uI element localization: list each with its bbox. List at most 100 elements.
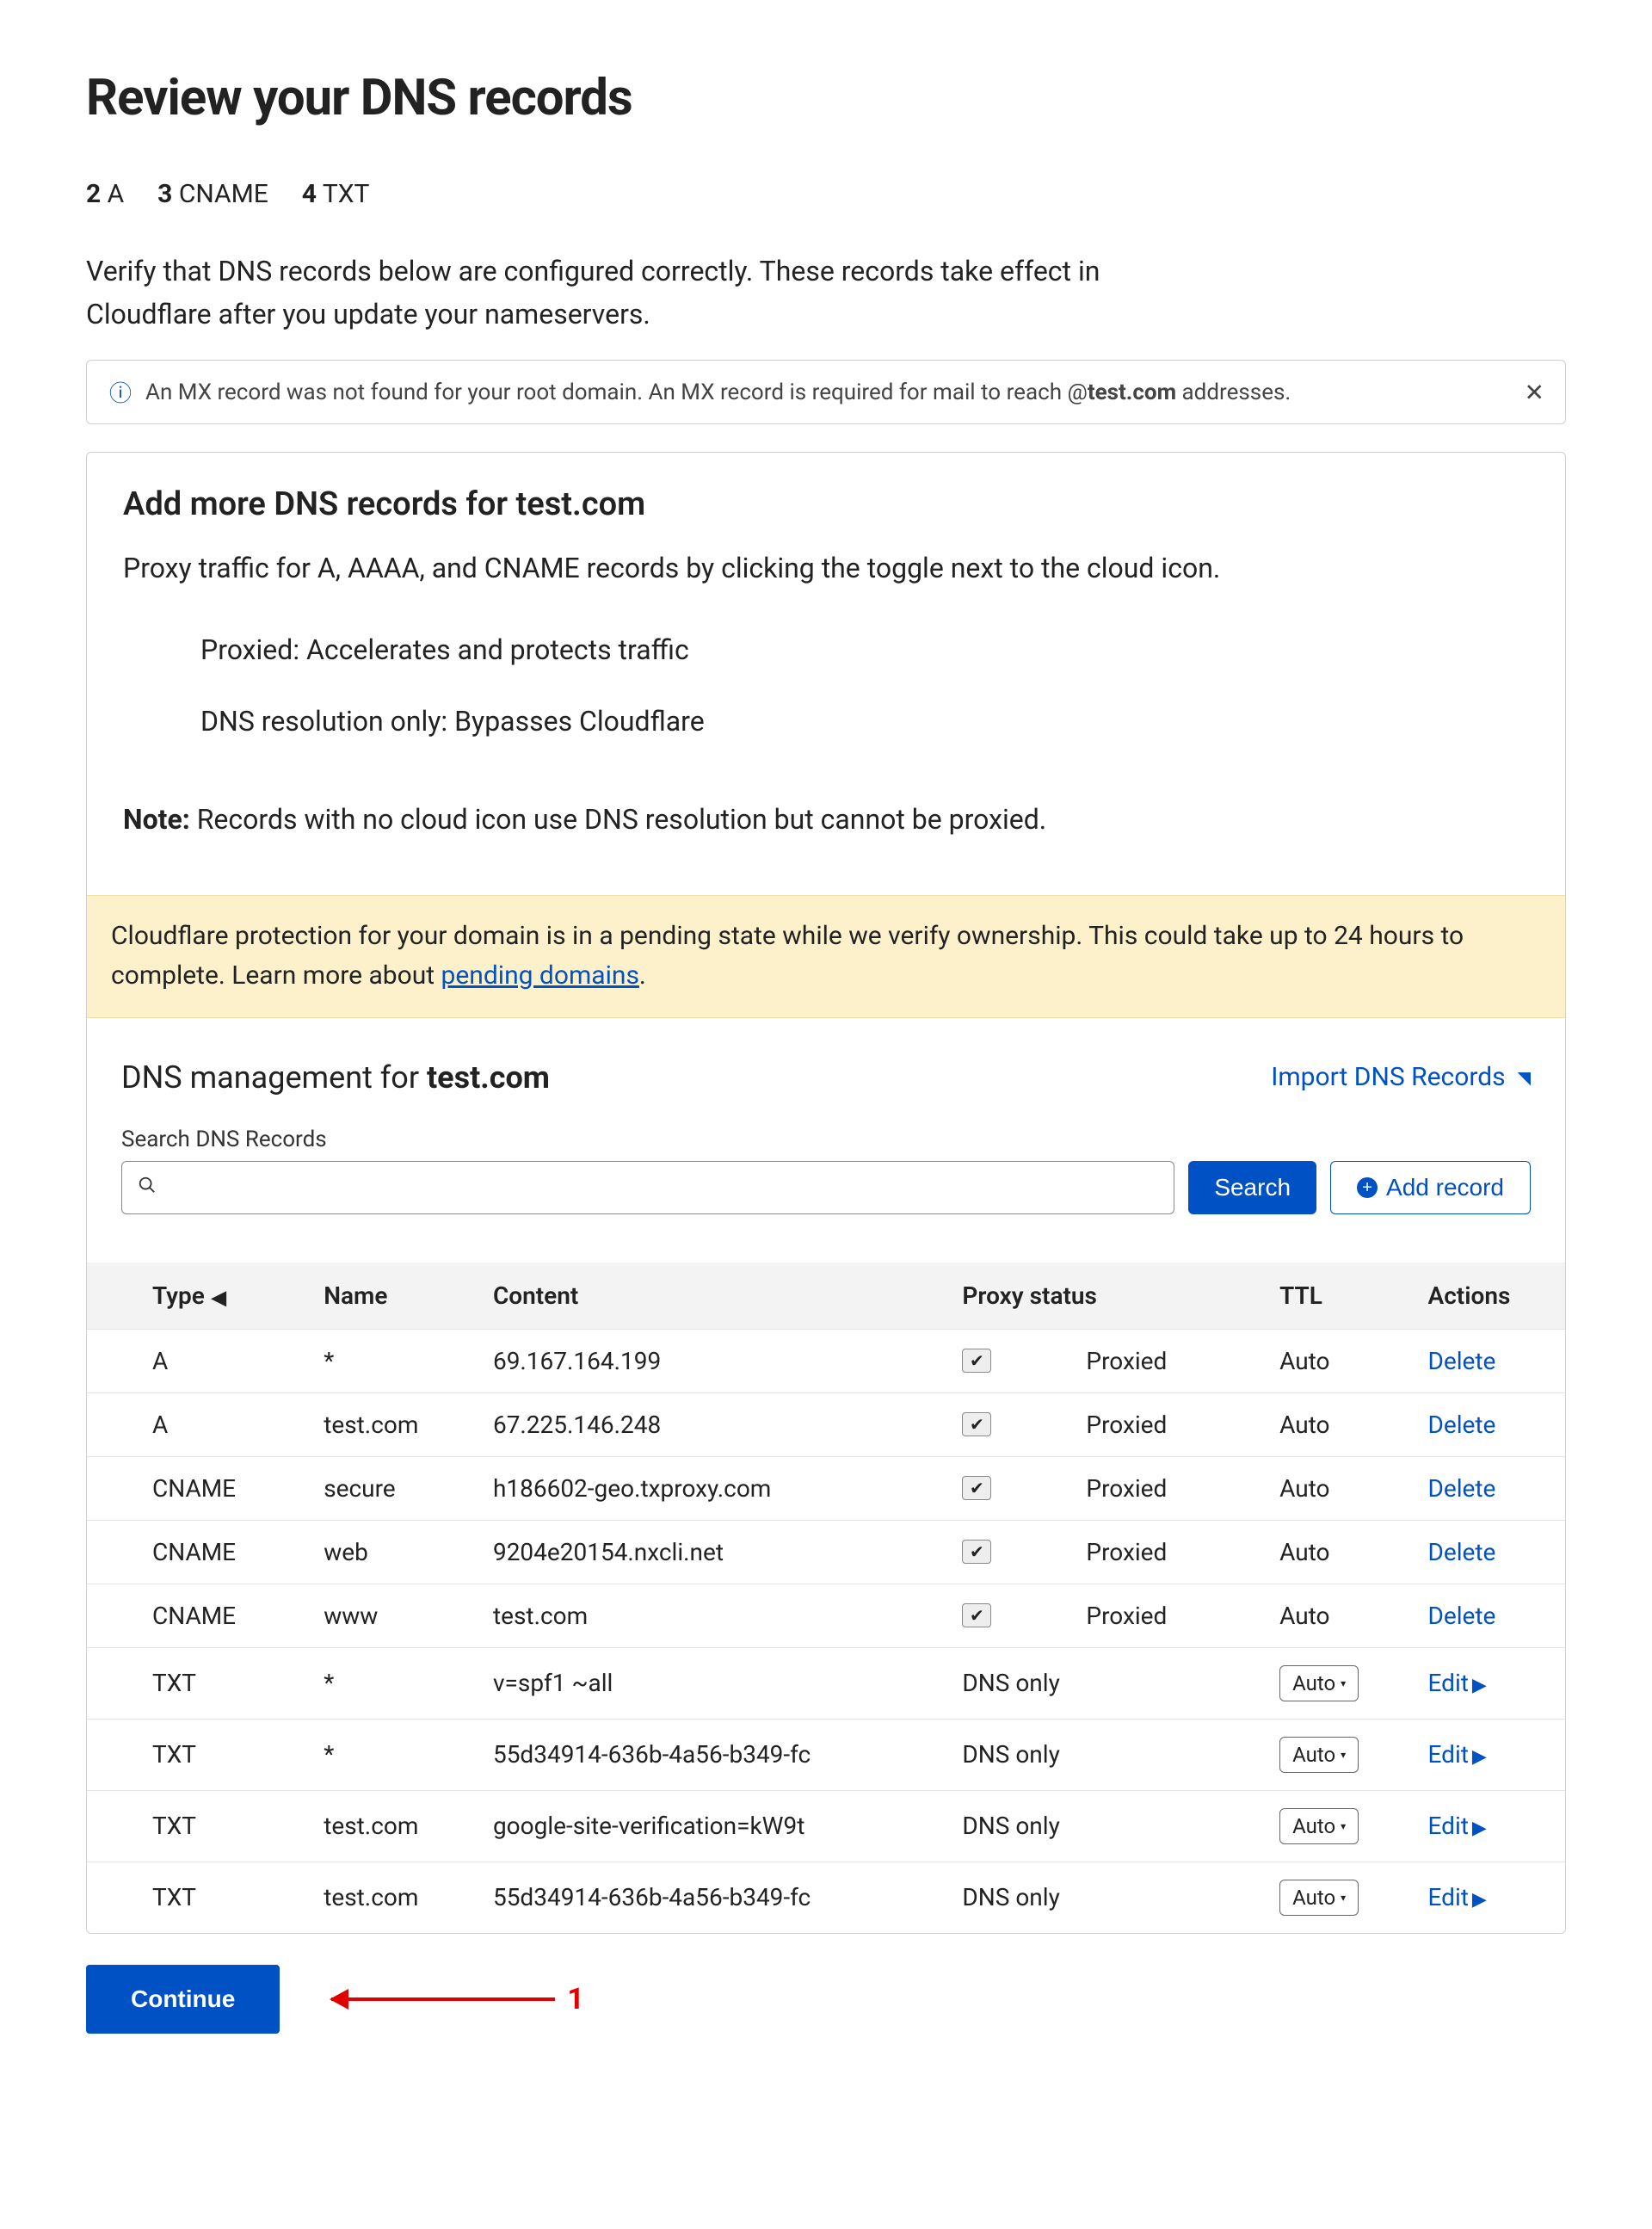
ttl-select[interactable]: Auto▾	[1279, 1665, 1359, 1701]
dropdown-icon: ◥	[1518, 1067, 1531, 1088]
cell-actions: Delete	[1413, 1329, 1566, 1392]
delete-link[interactable]: Delete	[1428, 1538, 1496, 1566]
proxy-toggle[interactable]: ✔	[962, 1476, 991, 1500]
cell-content: test.com	[478, 1584, 946, 1647]
table-row: TXT*55d34914-636b-4a56-b349-fcDNS onlyAu…	[87, 1719, 1565, 1790]
info-icon: ⓘ	[109, 376, 132, 408]
cell-content: 55d34914-636b-4a56-b349-fc	[478, 1862, 946, 1933]
cell-name: *	[308, 1329, 478, 1392]
ttl-select[interactable]: Auto▾	[1279, 1737, 1359, 1773]
table-row: TXTtest.comgoogle-site-verification=kW9t…	[87, 1790, 1565, 1862]
dns-mgmt-heading: DNS management for test.com	[121, 1059, 550, 1096]
count-txt-num: 4	[302, 179, 317, 209]
col-name[interactable]: Name	[308, 1263, 478, 1330]
plus-icon: +	[1357, 1177, 1378, 1198]
cell-content: google-site-verification=kW9t	[478, 1790, 946, 1862]
cell-actions: Delete	[1413, 1392, 1566, 1456]
add-records-para: Proxy traffic for A, AAAA, and CNAME rec…	[123, 547, 1529, 590]
intro-text: Verify that DNS records below are config…	[86, 250, 1119, 336]
cell-content: 9204e20154.nxcli.net	[478, 1520, 946, 1584]
cell-actions: Edit▶	[1413, 1862, 1566, 1933]
annotation-arrow: 1	[331, 1982, 584, 2016]
cell-content: 67.225.146.248	[478, 1392, 946, 1456]
proxy-toggle[interactable]: ✔	[962, 1349, 991, 1373]
ttl-select[interactable]: Auto▾	[1279, 1880, 1359, 1916]
delete-link[interactable]: Delete	[1428, 1602, 1496, 1630]
record-counts: 2 A 3 CNAME 4 TXT	[86, 179, 1566, 209]
proxy-toggle[interactable]: ✔	[962, 1540, 991, 1564]
proxy-status-label: Proxied	[1086, 1411, 1167, 1439]
cell-actions: Delete	[1413, 1456, 1566, 1520]
edit-link[interactable]: Edit▶	[1428, 1669, 1487, 1697]
cell-actions: Edit▶	[1413, 1647, 1566, 1719]
cell-type: CNAME	[87, 1456, 308, 1520]
edit-link[interactable]: Edit▶	[1428, 1812, 1487, 1840]
table-row: TXT*v=spf1 ~allDNS onlyAuto▾Edit▶	[87, 1647, 1565, 1719]
cell-content: h186602-geo.txproxy.com	[478, 1456, 946, 1520]
cell-type: A	[87, 1329, 308, 1392]
delete-link[interactable]: Delete	[1428, 1474, 1496, 1503]
cell-type: CNAME	[87, 1520, 308, 1584]
delete-link[interactable]: Delete	[1428, 1347, 1496, 1375]
cell-name: *	[308, 1647, 478, 1719]
cell-ttl: Auto▾	[1264, 1790, 1412, 1862]
chevron-right-icon: ▶	[1472, 1889, 1487, 1911]
proxy-toggle[interactable]: ✔	[962, 1412, 991, 1436]
mx-alert: ⓘ An MX record was not found for your ro…	[86, 360, 1566, 424]
cell-actions: Delete	[1413, 1520, 1566, 1584]
col-ttl[interactable]: TTL	[1264, 1263, 1412, 1330]
search-icon	[138, 1175, 157, 1201]
cell-name: secure	[308, 1456, 478, 1520]
chevron-down-icon: ▾	[1341, 1749, 1346, 1761]
add-records-heading: Add more DNS records for test.com	[123, 485, 1529, 523]
edit-link[interactable]: Edit▶	[1428, 1740, 1487, 1769]
import-dns-label: Import DNS Records	[1271, 1062, 1505, 1092]
cell-ttl: Auto	[1264, 1456, 1412, 1520]
annotation-number: 1	[567, 1982, 584, 2016]
ttl-select[interactable]: Auto▾	[1279, 1808, 1359, 1844]
arrow-icon	[331, 1997, 555, 2001]
col-proxy[interactable]: Proxy status	[946, 1263, 1264, 1330]
cell-ttl: Auto	[1264, 1520, 1412, 1584]
cell-content: 55d34914-636b-4a56-b349-fc	[478, 1719, 946, 1790]
continue-button[interactable]: Continue	[86, 1965, 280, 2034]
import-dns-link[interactable]: Import DNS Records ◥	[1271, 1062, 1531, 1092]
proxy-toggle[interactable]: ✔	[962, 1603, 991, 1627]
cell-name: web	[308, 1520, 478, 1584]
proxy-status-label: Proxied	[1086, 1474, 1167, 1503]
pending-domains-link[interactable]: pending domains	[441, 960, 639, 991]
col-content[interactable]: Content	[478, 1263, 946, 1330]
note-text: Note: Records with no cloud icon use DNS…	[123, 799, 1529, 842]
chevron-down-icon: ▾	[1341, 1892, 1346, 1904]
cell-content: 69.167.164.199	[478, 1329, 946, 1392]
cell-name: *	[308, 1719, 478, 1790]
cell-name: test.com	[308, 1862, 478, 1933]
close-icon[interactable]: ✕	[1525, 378, 1544, 406]
col-type[interactable]: Type◀	[87, 1263, 308, 1330]
cell-name: test.com	[308, 1392, 478, 1456]
search-button[interactable]: Search	[1188, 1161, 1316, 1214]
cell-proxy: ✔Proxied	[946, 1329, 1264, 1392]
cell-type: TXT	[87, 1647, 308, 1719]
cell-type: TXT	[87, 1719, 308, 1790]
search-label: Search DNS Records	[121, 1127, 1531, 1152]
count-cname-label: CNAME	[179, 179, 268, 209]
search-input[interactable]	[167, 1174, 1158, 1201]
cell-actions: Edit▶	[1413, 1719, 1566, 1790]
cell-actions: Delete	[1413, 1584, 1566, 1647]
dns-panel: Add more DNS records for test.com Proxy …	[86, 452, 1566, 1934]
add-record-button[interactable]: + Add record	[1330, 1161, 1531, 1214]
chevron-right-icon: ▶	[1472, 1675, 1487, 1696]
cell-actions: Edit▶	[1413, 1790, 1566, 1862]
table-row: Atest.com67.225.146.248✔ProxiedAutoDelet…	[87, 1392, 1565, 1456]
delete-link[interactable]: Delete	[1428, 1411, 1496, 1439]
cell-type: TXT	[87, 1862, 308, 1933]
cell-proxy: ✔Proxied	[946, 1520, 1264, 1584]
col-actions: Actions	[1413, 1263, 1566, 1330]
chevron-down-icon: ▾	[1341, 1820, 1346, 1832]
edit-link[interactable]: Edit▶	[1428, 1883, 1487, 1911]
cell-ttl: Auto	[1264, 1329, 1412, 1392]
search-input-wrapper[interactable]	[121, 1161, 1174, 1214]
cell-name: test.com	[308, 1790, 478, 1862]
cell-ttl: Auto▾	[1264, 1862, 1412, 1933]
